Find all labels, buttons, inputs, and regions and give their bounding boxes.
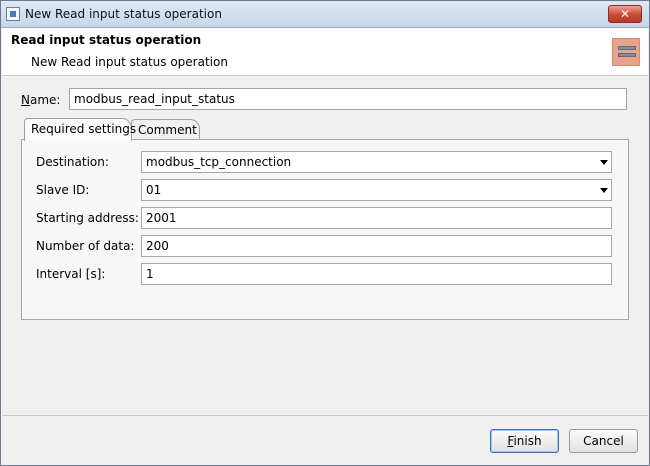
- title-bar[interactable]: New Read input status operation ✕: [1, 1, 649, 28]
- dialog-window: New Read input status operation ✕ Read i…: [0, 0, 650, 466]
- finish-button[interactable]: Finish: [490, 429, 559, 453]
- slave-id-label: Slave ID:: [36, 183, 90, 197]
- name-label: Name:: [21, 93, 61, 107]
- number-of-data-label: Number of data:: [36, 239, 135, 253]
- starting-address-input[interactable]: 2001: [141, 207, 612, 229]
- destination-value: modbus_tcp_connection: [146, 155, 292, 169]
- header-subtitle: New Read input status operation: [31, 55, 228, 69]
- tab-comment[interactable]: Comment: [131, 119, 200, 140]
- chevron-down-icon[interactable]: [600, 188, 608, 193]
- name-input[interactable]: modbus_read_input_status: [69, 88, 627, 110]
- cancel-button[interactable]: Cancel: [569, 429, 638, 453]
- destination-label: Destination:: [36, 155, 109, 169]
- wizard-header: Read input status operation New Read inp…: [2, 28, 648, 76]
- destination-combo[interactable]: modbus_tcp_connection: [141, 151, 612, 173]
- header-title: Read input status operation: [11, 33, 202, 47]
- close-icon: ✕: [619, 7, 631, 21]
- app-icon: [6, 7, 20, 21]
- slave-id-value: 01: [146, 183, 162, 197]
- slave-id-combo[interactable]: 01: [141, 179, 612, 201]
- number-of-data-input[interactable]: 200: [141, 235, 612, 257]
- chevron-down-icon[interactable]: [600, 160, 608, 165]
- interval-input[interactable]: 1: [141, 263, 612, 285]
- window-title: New Read input status operation: [25, 7, 222, 21]
- footer-separator: [2, 415, 648, 416]
- operation-icon: [612, 38, 640, 66]
- close-button[interactable]: ✕: [608, 5, 642, 23]
- tab-required-settings[interactable]: Required settings: [24, 118, 136, 141]
- starting-address-label: Starting address:: [36, 211, 139, 225]
- interval-label: Interval [s]:: [36, 267, 106, 281]
